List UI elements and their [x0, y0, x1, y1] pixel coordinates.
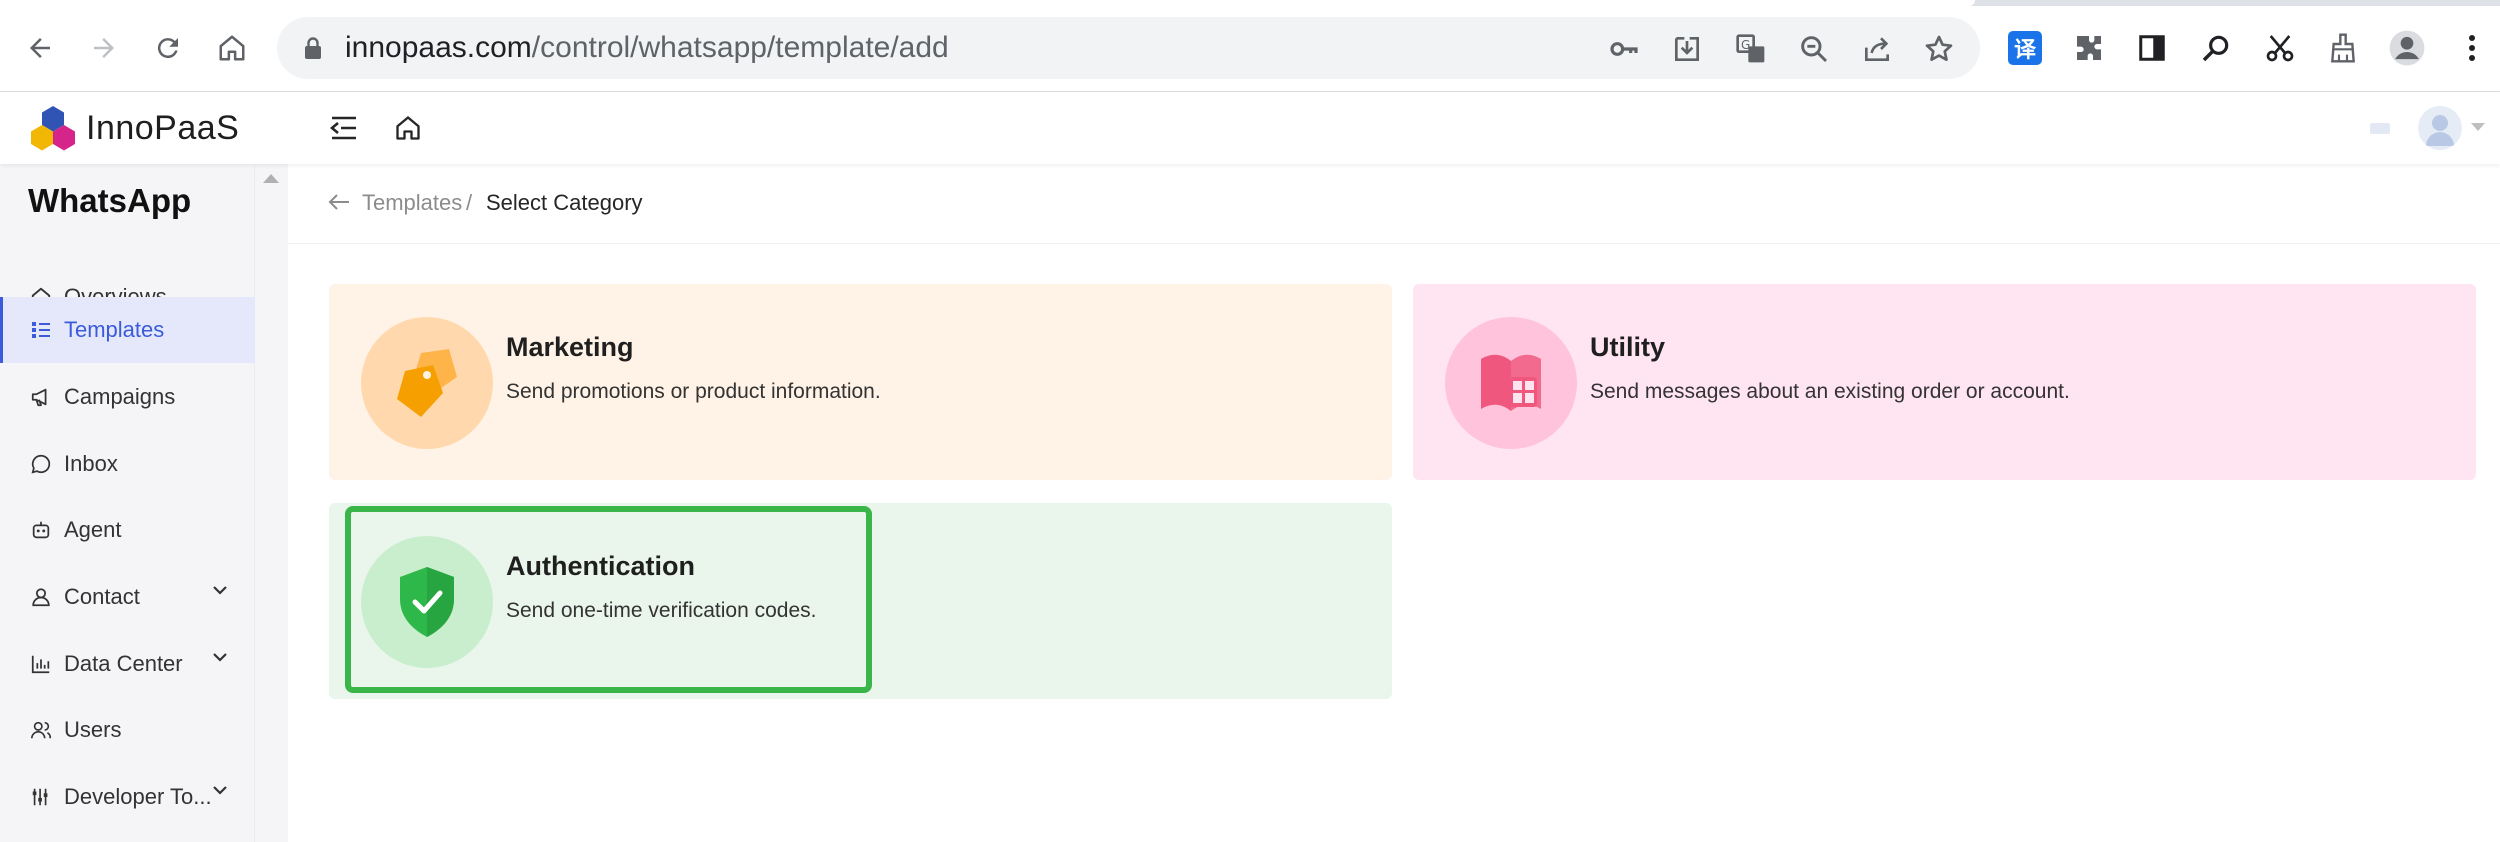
- home-icon[interactable]: [210, 26, 254, 70]
- card-description: Send messages about an existing order or…: [1590, 380, 2070, 403]
- category-card-marketing[interactable]: Marketing Send promotions or product inf…: [329, 284, 1392, 480]
- users-icon: [28, 717, 54, 743]
- chevron-down-icon[interactable]: [212, 585, 228, 595]
- sidebar-item-label: Agent: [64, 517, 122, 542]
- home-icon[interactable]: [390, 110, 426, 146]
- user-icon: [28, 584, 54, 610]
- breadcrumb-templates-link[interactable]: Templates: [362, 190, 462, 216]
- tools-icon: [28, 784, 54, 810]
- logo-text: InnoPaaS: [86, 108, 240, 147]
- chevron-down-icon[interactable]: [212, 785, 228, 795]
- sidebar-item-data-center[interactable]: Data Center: [0, 631, 255, 697]
- app-header: InnoPaaS: [0, 92, 2500, 164]
- translate-badge: 译: [2008, 31, 2042, 65]
- card-title: Marketing: [506, 332, 634, 362]
- sidebar: WhatsApp Overviews Templates Campaigns I…: [0, 164, 255, 842]
- translate-page-icon[interactable]: G: [1734, 32, 1768, 66]
- sidebar-item-label: Developer To...: [64, 784, 212, 809]
- sidebar-item-label: Templates: [64, 317, 165, 342]
- sidebar-item-label: Campaigns: [64, 384, 176, 409]
- side-panel-icon[interactable]: [2132, 28, 2172, 68]
- breadcrumb-separator: /: [466, 190, 473, 215]
- active-tab-edge[interactable]: [0, 0, 1975, 6]
- card-title: Utility: [1590, 332, 1666, 362]
- key-icon[interactable]: [1607, 32, 1641, 66]
- url-path: /control/whatsapp/template/add: [531, 31, 949, 64]
- caret-down-icon[interactable]: [2470, 122, 2486, 132]
- list-icon: [28, 317, 54, 343]
- sidebar-item-campaigns[interactable]: Campaigns: [0, 364, 255, 430]
- megaphone-icon: [28, 384, 54, 410]
- robot-icon: [28, 517, 54, 543]
- reload-icon[interactable]: [146, 26, 190, 70]
- sidebar-item-agent[interactable]: Agent: [0, 497, 255, 563]
- selection-highlight: [345, 506, 872, 693]
- search-extension-icon[interactable]: [2196, 28, 2236, 68]
- sidebar-item-label: Inbox: [64, 451, 118, 476]
- chat-icon: [28, 451, 54, 477]
- chevron-down-icon[interactable]: [212, 652, 228, 662]
- sidebar-item-developer-tools[interactable]: Developer To...: [0, 764, 255, 830]
- install-icon[interactable]: [1670, 32, 1704, 66]
- back-arrow-icon[interactable]: [328, 193, 350, 211]
- address-bar[interactable]: innopaas.com/control/whatsapp/template/a…: [277, 17, 1980, 79]
- menu-fold-icon[interactable]: [326, 110, 362, 146]
- extensions-puzzle-icon[interactable]: [2069, 28, 2109, 68]
- innopaas-logo[interactable]: InnoPaaS: [28, 104, 239, 152]
- sidebar-item-users[interactable]: Users: [0, 697, 255, 763]
- sidebar-item-contact[interactable]: Contact: [0, 564, 255, 630]
- utility-icon-circle: [1445, 317, 1577, 449]
- breadcrumb-current: Select Category: [486, 190, 643, 215]
- sidebar-item-inbox[interactable]: Inbox: [0, 431, 255, 497]
- sidebar-item-label: Data Center: [64, 651, 183, 676]
- price-tags-icon: [397, 349, 457, 417]
- sidebar-item-label: Contact: [64, 584, 140, 609]
- sidebar-item-label: Users: [64, 717, 122, 742]
- scroll-up-icon[interactable]: [263, 174, 279, 183]
- language-flag-icon[interactable]: [2370, 123, 2390, 134]
- broom-icon[interactable]: [2323, 28, 2363, 68]
- profile-icon[interactable]: [2387, 28, 2427, 68]
- breadcrumb: Templates / Select Category: [288, 164, 2500, 244]
- card-description: Send promotions or product information.: [506, 380, 881, 403]
- lock-icon[interactable]: [303, 36, 323, 60]
- category-card-utility[interactable]: Utility Send messages about an existing …: [1413, 284, 2476, 480]
- marketing-icon-circle: [361, 317, 493, 449]
- sidebar-item-templates[interactable]: Templates: [0, 297, 255, 363]
- url-text[interactable]: innopaas.com/control/whatsapp/template/a…: [345, 31, 949, 65]
- book-icon: [1481, 354, 1541, 411]
- logo-mark-icon: [31, 106, 75, 151]
- translate-extension-icon[interactable]: 译: [2005, 28, 2045, 68]
- browser-toolbar: innopaas.com/control/whatsapp/template/a…: [0, 0, 2500, 92]
- scissors-icon[interactable]: [2260, 28, 2300, 68]
- kebab-menu-icon[interactable]: [2452, 28, 2492, 68]
- forward-icon[interactable]: [82, 26, 126, 70]
- sidebar-scrollbar[interactable]: [255, 164, 288, 842]
- tab-strip: [0, 0, 2500, 6]
- url-host: innopaas.com: [345, 31, 532, 64]
- zoom-out-icon[interactable]: [1797, 32, 1831, 66]
- avatar-icon[interactable]: [2418, 106, 2462, 150]
- back-icon[interactable]: [18, 26, 62, 70]
- bar-chart-icon: [28, 651, 54, 677]
- share-icon[interactable]: [1860, 32, 1894, 66]
- svg-text:G: G: [1741, 38, 1750, 52]
- bookmark-star-icon[interactable]: [1922, 32, 1956, 66]
- sidebar-title: WhatsApp: [28, 182, 192, 219]
